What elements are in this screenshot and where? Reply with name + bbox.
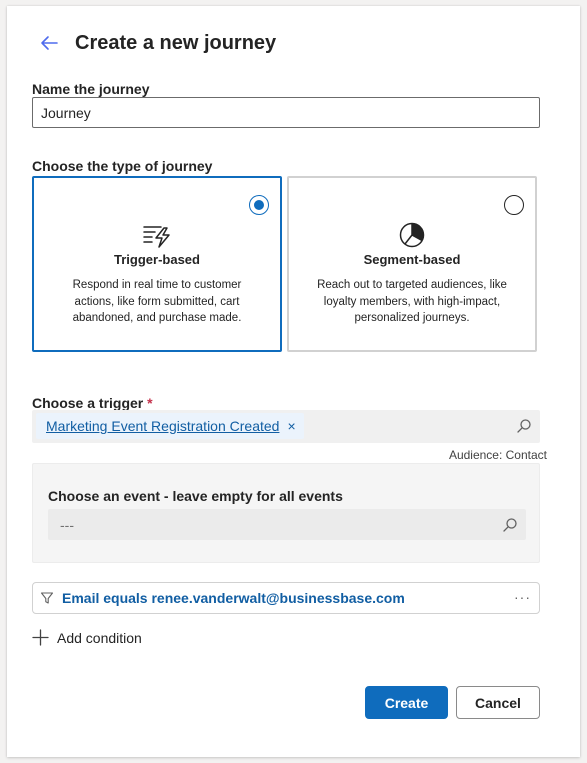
selected-trigger-chip: Marketing Event Registration Created × xyxy=(36,413,304,439)
cancel-button[interactable]: Cancel xyxy=(456,686,540,719)
trigger-selector[interactable]: Marketing Event Registration Created × xyxy=(32,410,540,443)
audience-text: Audience: Contact xyxy=(448,448,547,462)
trigger-label-text: Choose a trigger xyxy=(32,395,144,411)
page-header: Create a new journey xyxy=(37,30,276,56)
event-search-input[interactable]: --- xyxy=(48,509,526,540)
trigger-label: Choose a trigger * xyxy=(32,395,153,411)
selected-trigger-link[interactable]: Marketing Event Registration Created xyxy=(46,418,279,434)
trigger-based-title: Trigger-based xyxy=(114,252,200,267)
arrow-left-icon xyxy=(41,36,58,50)
trigger-based-radio[interactable] xyxy=(249,195,269,215)
required-asterisk: * xyxy=(147,395,153,411)
segment-based-radio[interactable] xyxy=(504,195,524,215)
filter-icon xyxy=(40,592,54,604)
journey-name-input[interactable] xyxy=(32,97,540,128)
add-condition-label: Add condition xyxy=(57,629,142,646)
plus-icon xyxy=(32,629,49,646)
journey-type-label: Choose the type of journey xyxy=(32,158,213,174)
segment-based-description: Reach out to targeted audiences, like lo… xyxy=(317,279,507,324)
trigger-flash-icon xyxy=(143,226,170,248)
event-label: Choose an event - leave empty for all ev… xyxy=(48,488,343,504)
trigger-based-card[interactable]: Trigger-based Respond in real time to cu… xyxy=(32,176,282,352)
segment-based-title: Segment-based xyxy=(363,252,461,267)
condition-row[interactable]: Email equals renee.vanderwalt@businessba… xyxy=(32,582,540,614)
segment-based-card[interactable]: Segment-based Reach out to targeted audi… xyxy=(287,176,537,352)
more-options-icon[interactable]: ··· xyxy=(514,589,531,605)
page-title: Create a new journey xyxy=(75,31,277,54)
pie-chart-icon xyxy=(399,222,425,248)
trigger-based-description: Respond in real time to customer actions… xyxy=(72,279,242,324)
search-icon[interactable] xyxy=(502,517,518,533)
back-button[interactable] xyxy=(37,31,61,55)
remove-trigger-button[interactable]: × xyxy=(287,419,295,433)
event-panel: Choose an event - leave empty for all ev… xyxy=(32,463,540,563)
search-icon[interactable] xyxy=(516,418,532,434)
journey-name-label: Name the journey xyxy=(32,81,150,97)
add-condition-button[interactable]: Add condition xyxy=(32,629,142,646)
create-button[interactable]: Create xyxy=(365,686,448,719)
condition-text[interactable]: Email equals renee.vanderwalt@businessba… xyxy=(62,590,405,606)
radio-selected-dot xyxy=(254,200,264,210)
event-placeholder: --- xyxy=(60,517,74,533)
